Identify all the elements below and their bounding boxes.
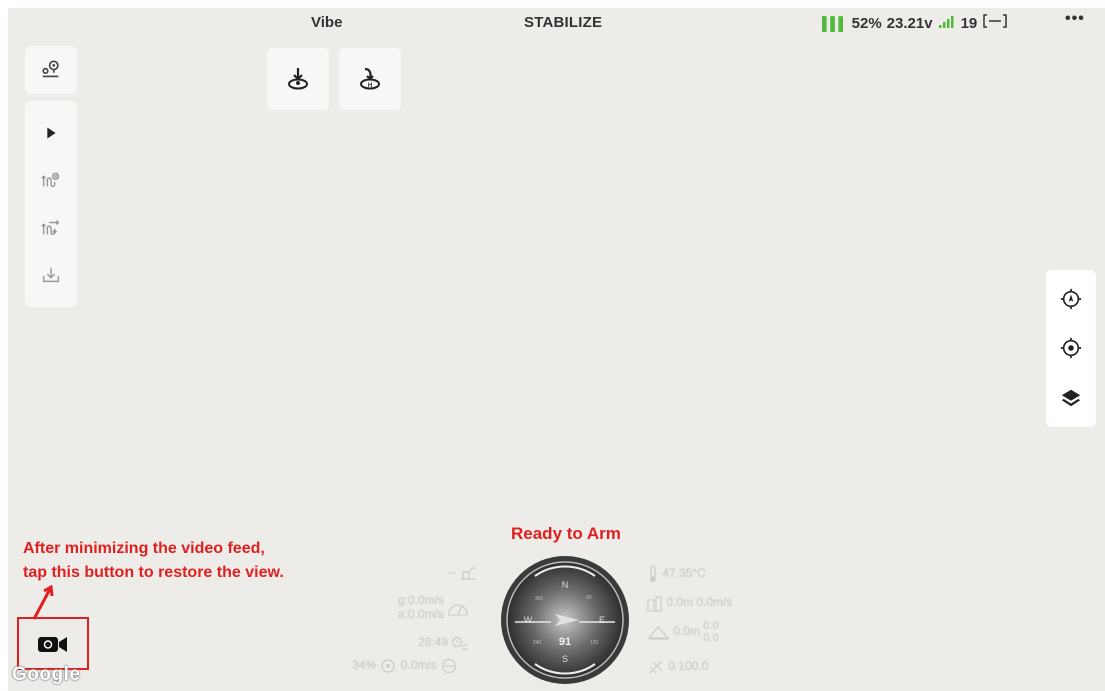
tutorial-annotation: After minimizing the video feed, tap thi… [23, 537, 284, 585]
temperature-value: 47.35°C [662, 566, 706, 581]
speedometer-icon [448, 604, 469, 616]
heading-value: 91 [559, 636, 571, 648]
altitude-icon [646, 596, 662, 612]
distance-readout: -- [448, 565, 477, 581]
arm-status: Ready to Arm [511, 524, 621, 543]
compass-north: N [562, 580, 569, 590]
mission-upload-icon[interactable] [40, 217, 62, 239]
compass-tick-240: 240 [533, 640, 542, 646]
rc-signal-icon [649, 660, 663, 674]
flight-time-icon [452, 636, 468, 650]
compass-west: W [524, 615, 533, 625]
rc-readout: 0 100.0 [647, 659, 708, 675]
annotation-line-2: tap this button to restore the view. [23, 564, 284, 581]
climb-rate: 0.0m/s [400, 658, 437, 673]
flight-mode[interactable]: STABILIZE [524, 14, 602, 31]
annotation-line-1: After minimizing the video feed, [23, 540, 265, 557]
compass-east: E [599, 615, 605, 625]
altitude-value: 0.0m 0.0m/s [666, 595, 733, 610]
compass-tick-120: 120 [590, 640, 599, 646]
battery-voltage: 23.21v [886, 14, 933, 32]
temperature-readout: 47.35°C [647, 565, 706, 583]
terrain-alt: 0.0m [673, 624, 701, 639]
battery-percent: 52% [851, 14, 882, 32]
ground-speed: g:0.0m/s [398, 593, 445, 607]
distance-icon [461, 567, 476, 580]
svg-text:H: H [368, 83, 372, 89]
center-on-vehicle-icon[interactable] [1060, 288, 1082, 310]
waypoint-route-button[interactable] [25, 46, 77, 94]
google-attribution: Google [12, 664, 81, 685]
terrain-icon [648, 625, 670, 640]
vehicle-name[interactable]: Vibe [311, 14, 342, 31]
download-icon[interactable] [40, 264, 62, 286]
land-icon: H [360, 67, 380, 90]
top-status-bar: Vibe STABILIZE ▌▌▌ 52% 23.21v 19 ••• [0, 0, 1105, 40]
thermometer-icon [650, 565, 656, 582]
compass-tick-60: 60 [586, 595, 592, 601]
throttle-icon [381, 659, 396, 673]
terrain-readout: 0.0m 0.0 0.0 [648, 620, 719, 644]
video-restore-button[interactable] [17, 617, 89, 670]
map-layers-icon[interactable] [1060, 387, 1082, 409]
throttle-value: 34% [352, 658, 377, 673]
mission-toolbar [25, 101, 77, 307]
compass-tick-300: 300 [535, 596, 544, 602]
rc-link-icon [982, 13, 1008, 33]
terrain-bottom: 0.0 [703, 632, 719, 644]
satellite-count: 19 [960, 14, 978, 32]
distance-value: -- [448, 565, 456, 580]
land-button[interactable]: H [339, 48, 401, 110]
signal-strength-icon [938, 15, 956, 32]
play-icon[interactable] [40, 122, 62, 144]
takeoff-button[interactable] [267, 48, 329, 110]
throttle-climb-readout: 34% 0.0m/s [352, 658, 458, 674]
speed-readout: g:0.0m/s a:0.0m/s [398, 593, 469, 621]
map-tools [1046, 270, 1096, 427]
takeoff-icon [288, 68, 308, 90]
air-speed: a:0.0m/s [398, 607, 445, 621]
status-indicators[interactable]: ▌▌▌ 52% 23.21v 19 [822, 13, 1008, 33]
climb-rate-icon [441, 658, 457, 674]
more-menu-button[interactable]: ••• [1065, 10, 1085, 28]
terrain-top: 0.0 [703, 620, 719, 632]
battery-level-icon: ▌▌▌ [822, 15, 848, 31]
altitude-readout: 0.0m 0.0m/s [645, 594, 732, 612]
compass-south: S [562, 654, 568, 664]
mission-clear-icon[interactable] [40, 169, 62, 191]
flight-time: 28:49 [418, 635, 449, 650]
rc-value: 0 100.0 [668, 659, 709, 674]
my-location-icon[interactable] [1060, 337, 1082, 359]
attitude-compass: N E S W 60 120 240 300 91 [501, 556, 629, 684]
flight-time-readout: 28:49 [418, 635, 469, 651]
waypoint-route-icon [42, 60, 59, 78]
video-camera-icon [38, 636, 67, 652]
